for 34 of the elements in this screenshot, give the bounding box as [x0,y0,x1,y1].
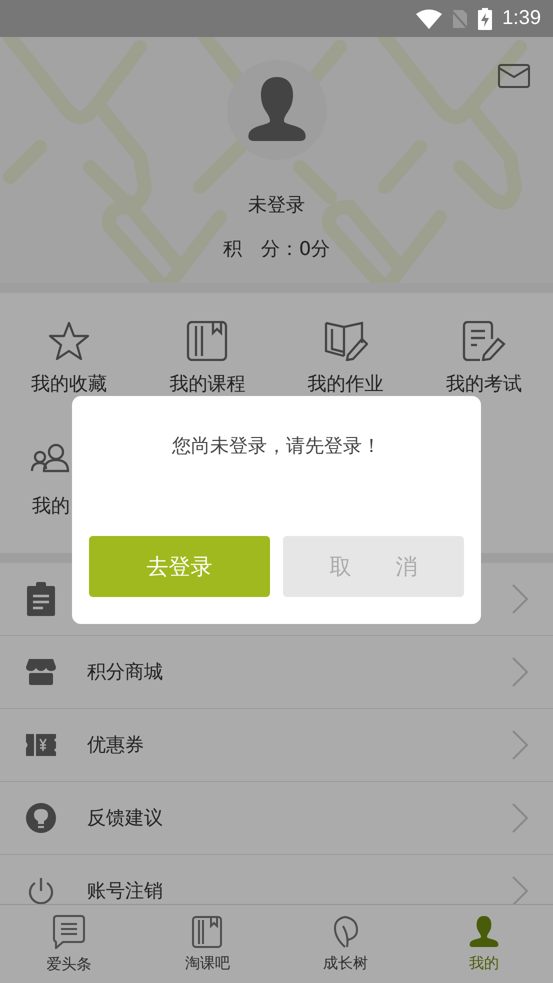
menu-item[interactable]: 账号注销 [87,878,163,904]
shortcut-label[interactable]: 我的收藏 [31,371,108,397]
tab[interactable]: 爱头条 [0,905,138,983]
book-icon [192,916,222,948]
no-sim-icon [452,8,468,28]
coupon-icon [26,734,56,756]
person-icon [248,77,306,143]
power-icon [26,877,56,904]
tab[interactable]: 成长树 [276,905,415,983]
menu-item[interactable]: 反馈建议 [87,805,163,831]
shop-icon [26,659,56,685]
points-text: 积 分：0分 [222,237,330,262]
menu-item[interactable]: 优惠券 [87,732,144,758]
chat-icon [53,914,86,948]
shortcut-label[interactable]: 我的 [32,493,70,519]
open-book-pen-icon[interactable] [324,321,368,361]
battery-charging-icon [478,8,492,30]
star-icon[interactable] [48,321,90,361]
shortcut-label[interactable]: 我的课程 [169,371,246,397]
wifi-icon [416,8,442,28]
lightbulb-icon [26,803,56,833]
mail-icon[interactable] [498,64,530,88]
menu-item[interactable]: 积分商城 [87,659,163,685]
tab[interactable]: 淘课吧 [138,905,276,983]
book-icon[interactable] [186,321,228,361]
status-time: 1:39 [502,7,541,30]
dialog-message: 您尚未登录，请先登录！ [172,434,381,459]
clipboard-icon [26,582,56,616]
document-pen-icon[interactable] [462,321,506,361]
leaf-icon [332,916,359,948]
login-status: 未登录 [248,193,305,218]
shortcut-label[interactable]: 我的考试 [446,371,522,397]
person-icon [468,916,499,948]
shortcut-label[interactable]: 我的作业 [308,371,384,397]
